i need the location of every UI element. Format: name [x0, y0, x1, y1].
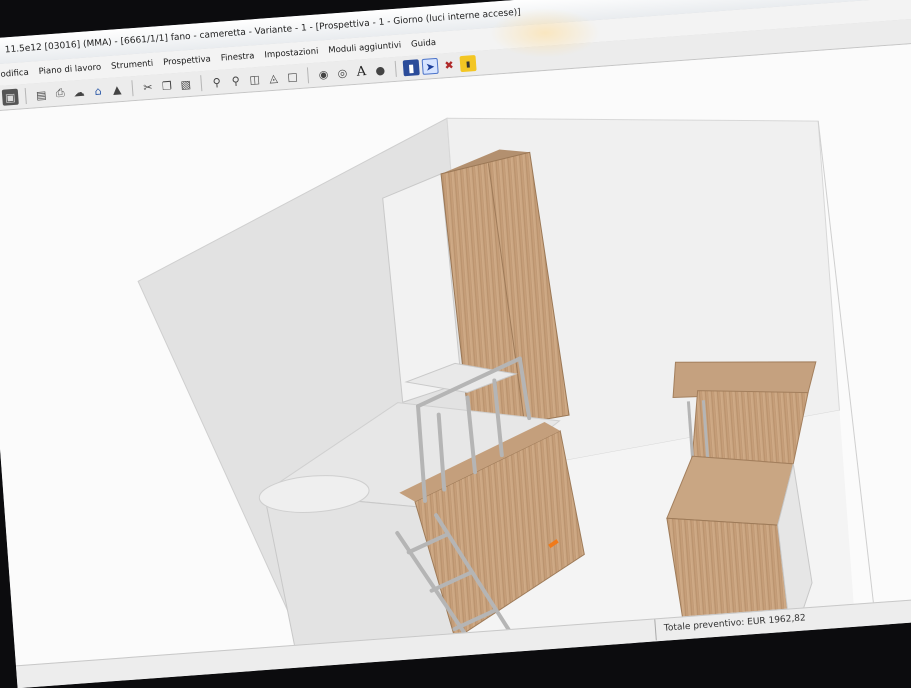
menu-prospettiva[interactable]: Prospettiva [163, 54, 211, 67]
view-front-icon[interactable]: ◫ [246, 71, 263, 88]
paste-icon[interactable]: ▧ [177, 76, 194, 93]
toolbar-separator [131, 80, 134, 97]
perspective-viewport[interactable] [0, 39, 911, 669]
save-icon[interactable]: ▣ [1, 88, 19, 106]
tools-icon[interactable]: ✖ [441, 56, 458, 73]
menu-strumenti[interactable]: Strumenti [111, 59, 154, 72]
menu-moduli-aggiuntivi[interactable]: Moduli aggiuntivi [328, 40, 402, 55]
frame-icon[interactable]: □ [284, 68, 301, 85]
menu-impostazioni[interactable]: Impostazioni [264, 47, 319, 61]
light-icon[interactable]: ◉ [315, 66, 332, 83]
copy-icon[interactable]: ❐ [158, 77, 175, 94]
cloud-icon[interactable]: ☁ [71, 84, 88, 101]
zoom-in-icon[interactable]: ⚲ [208, 73, 225, 90]
select-arrow-icon[interactable]: ➤ [421, 57, 439, 75]
menu-finestra[interactable]: Finestra [220, 51, 254, 63]
scissors-icon[interactable]: ✂ [139, 79, 156, 96]
render-icon[interactable]: ◎ [334, 64, 351, 81]
folder-icon[interactable]: ▤ [33, 86, 50, 103]
view-side-icon[interactable]: ◬ [265, 69, 282, 86]
menu-piano-di-lavoro[interactable]: Piano di lavoro [38, 62, 101, 77]
toolbar-separator [394, 60, 397, 77]
application-screen: 11.5e12 [03016] (MMA) - [6661/1/1] fano … [0, 0, 911, 688]
menu-guida[interactable]: Guida [411, 38, 437, 50]
room-3d-render [137, 117, 875, 669]
sphere-icon[interactable]: ● [372, 61, 389, 78]
menu-modifica[interactable]: odifica [0, 68, 29, 80]
shape-icon[interactable]: ▲ [108, 81, 125, 98]
home-icon[interactable]: ⌂ [89, 82, 106, 99]
plugin-icon[interactable]: ▮ [459, 55, 477, 73]
toolbar-separator [306, 67, 310, 84]
toolbar-separator [24, 88, 27, 105]
toolbar-separator [200, 75, 203, 92]
window-icon[interactable]: ▮ [402, 59, 420, 77]
text-icon[interactable]: A [353, 63, 370, 80]
zoom-out-icon[interactable]: ⚲ [227, 72, 244, 89]
print-icon[interactable]: ⎙ [52, 85, 69, 102]
